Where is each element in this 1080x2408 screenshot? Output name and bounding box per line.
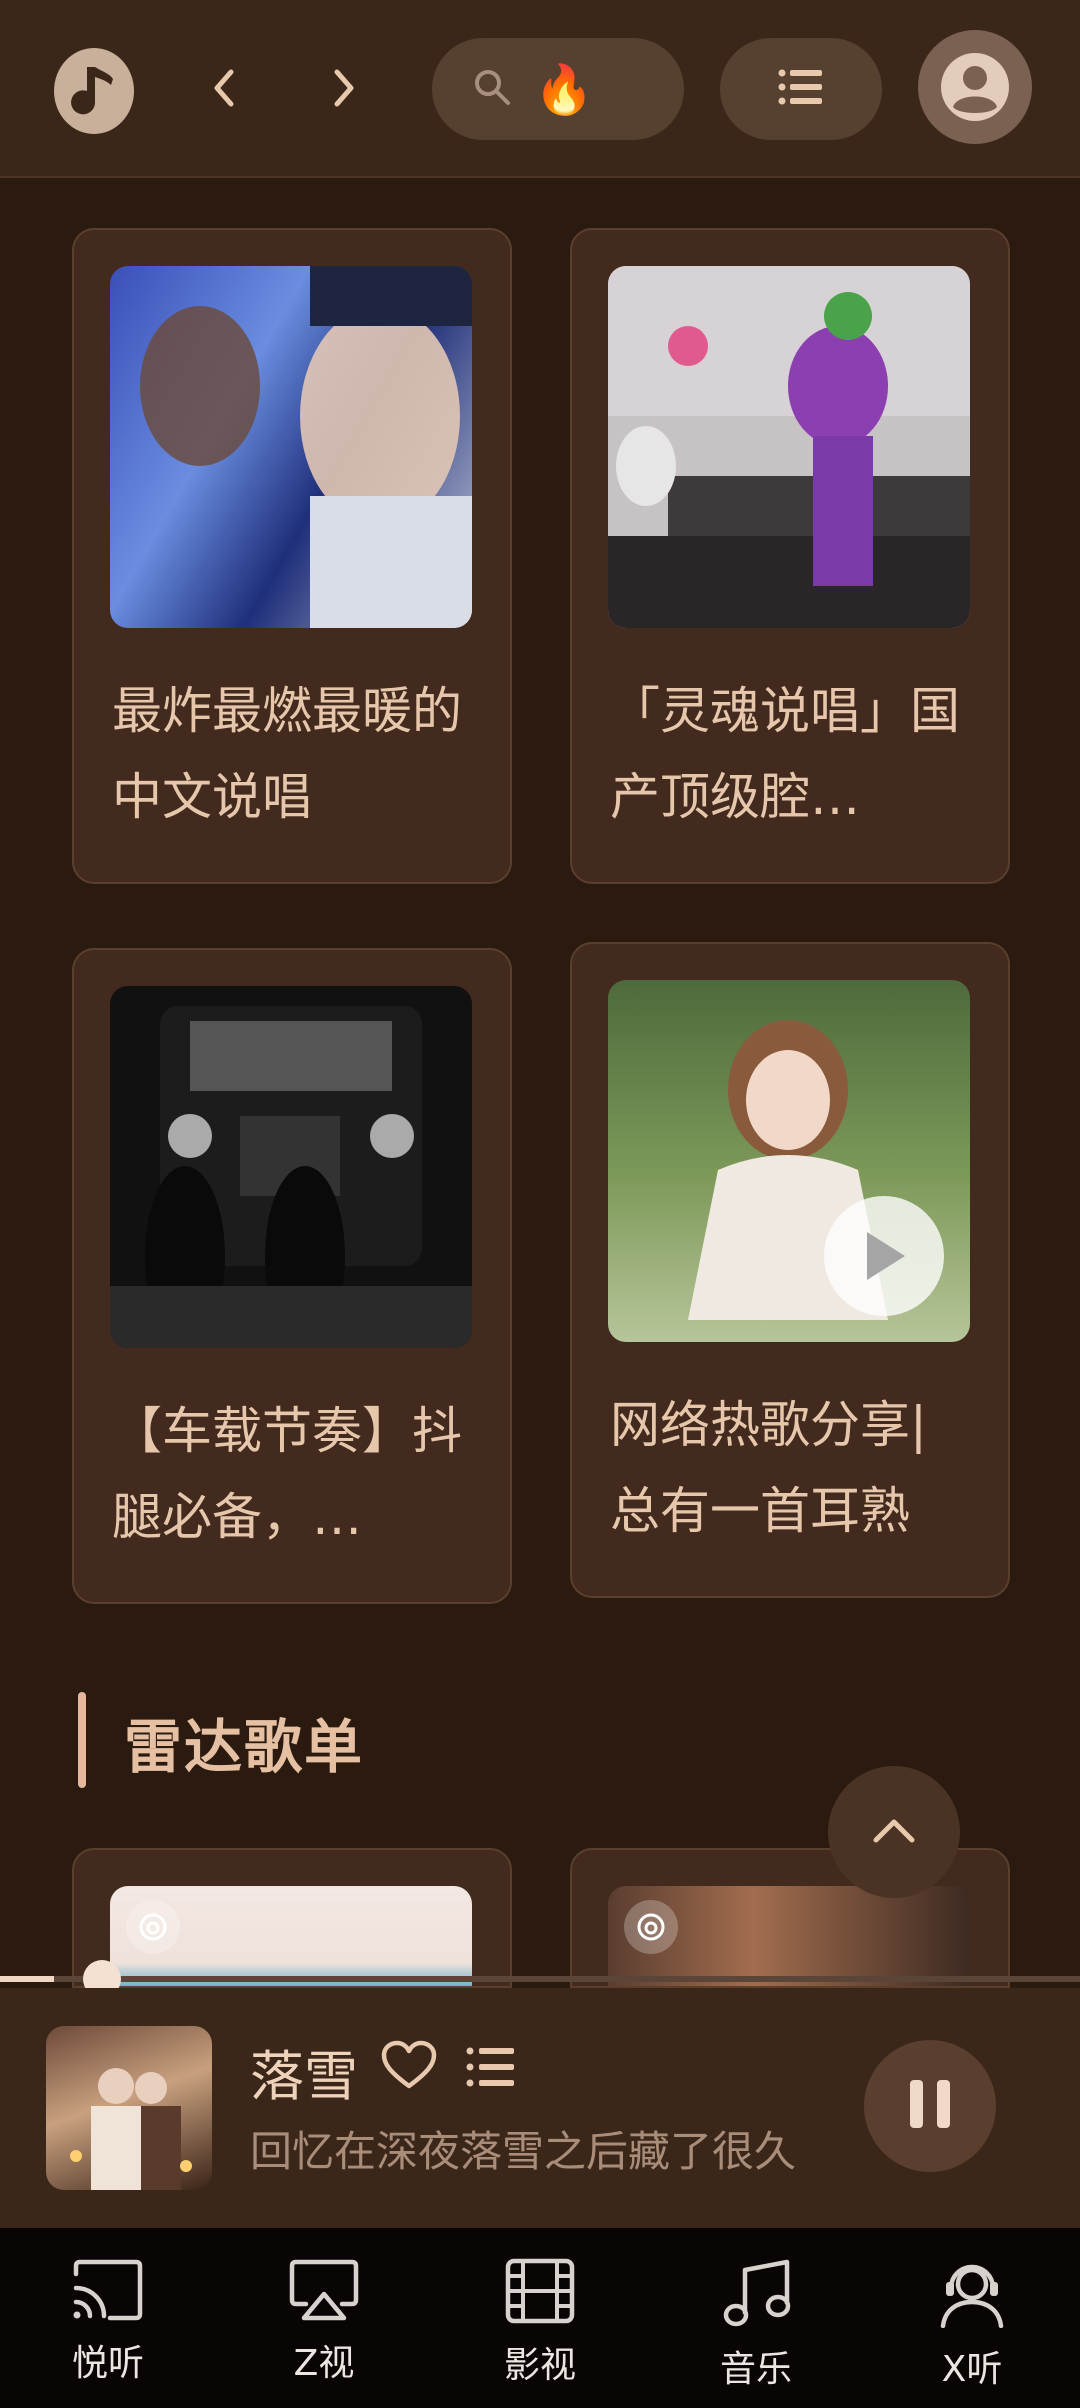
netease-logo-icon xyxy=(624,1900,678,1954)
film-icon xyxy=(505,2258,575,2328)
playlist-card-3[interactable]: 【车载节奏】抖腿必备，… xyxy=(72,948,512,1604)
bottom-navigation: 悦听 Z视 影视 音乐 X听 xyxy=(0,2228,1080,2408)
chevron-up-icon xyxy=(872,1816,916,1848)
play-icon[interactable] xyxy=(824,1196,944,1316)
search-icon xyxy=(472,67,512,111)
nav-label: 悦听 xyxy=(71,2343,144,2384)
avatar[interactable] xyxy=(918,30,1032,144)
nav-item-zshi[interactable]: Z视 xyxy=(216,2228,432,2408)
nav-item-yingshi[interactable]: 影视 xyxy=(432,2228,648,2408)
fire-icon: 🔥 xyxy=(534,61,594,118)
forward-arrow-icon[interactable] xyxy=(314,58,374,118)
music-notes-icon xyxy=(721,2258,791,2332)
progress-fill xyxy=(0,1976,54,1982)
pause-icon xyxy=(908,2078,952,2134)
netease-logo-icon xyxy=(126,1900,180,1954)
playlist-cover-image xyxy=(110,1886,472,1986)
list-icon xyxy=(778,67,824,111)
playlist-cover-image xyxy=(608,980,970,1342)
playlist-title: 最炸最燃最暖的中文说唱 xyxy=(112,682,462,826)
playlist-cover-image xyxy=(110,986,472,1348)
music-note-logo-icon[interactable] xyxy=(54,48,134,134)
top-bar: 🔥 xyxy=(0,0,1080,178)
playlist-title: 【车载节奏】抖腿必备，… xyxy=(112,1402,462,1546)
headset-user-icon xyxy=(937,2258,1007,2332)
nav-label: 影视 xyxy=(503,2345,576,2386)
section-title: 雷达歌单 xyxy=(124,1713,365,1781)
nav-item-yinyue[interactable]: 音乐 xyxy=(648,2228,864,2408)
playlist-queue-icon[interactable] xyxy=(466,2046,516,2092)
nav-item-yueting[interactable]: 悦听 xyxy=(0,2228,216,2408)
search-box[interactable]: 🔥 xyxy=(432,38,684,140)
lyric-line: 回忆在深夜落雪之后藏了很久 xyxy=(250,2127,797,2176)
back-arrow-icon[interactable] xyxy=(194,58,254,118)
playlist-cover-image xyxy=(608,266,970,628)
album-cover xyxy=(46,2026,212,2190)
heart-icon[interactable] xyxy=(380,2040,438,2094)
nav-label: 音乐 xyxy=(719,2349,792,2390)
scroll-to-top-button[interactable] xyxy=(828,1766,960,1898)
song-title: 落雪 xyxy=(250,2045,358,2108)
playlist-card-2[interactable]: 「灵魂说唱」国产顶级腔… xyxy=(570,228,1010,884)
section-accent-bar xyxy=(78,1692,86,1788)
radar-playlist-card-1[interactable] xyxy=(72,1848,512,1988)
menu-list-button[interactable] xyxy=(720,38,882,140)
playback-progress-bar[interactable] xyxy=(0,1960,1080,1998)
playlist-card-4[interactable]: 网络热歌分享|总有一首耳熟 xyxy=(570,942,1010,1598)
playlist-title: 网络热歌分享|总有一首耳熟 xyxy=(610,1396,927,1540)
playlist-cover-image xyxy=(608,1886,970,1986)
nav-item-xting[interactable]: X听 xyxy=(864,2228,1080,2408)
playlist-cover-image xyxy=(110,266,472,628)
pause-button[interactable] xyxy=(864,2040,996,2172)
cast-icon xyxy=(70,2258,146,2326)
airplay-icon xyxy=(286,2258,362,2326)
nav-label: Z视 xyxy=(293,2343,355,2384)
playlist-title: 「灵魂说唱」国产顶级腔… xyxy=(610,682,960,826)
playlist-card-1[interactable]: 最炸最燃最暖的中文说唱 xyxy=(72,228,512,884)
nav-label: X听 xyxy=(941,2349,1003,2390)
mini-player[interactable]: 落雪 回忆在深夜落雪之后藏了很久 xyxy=(0,1988,1080,2228)
